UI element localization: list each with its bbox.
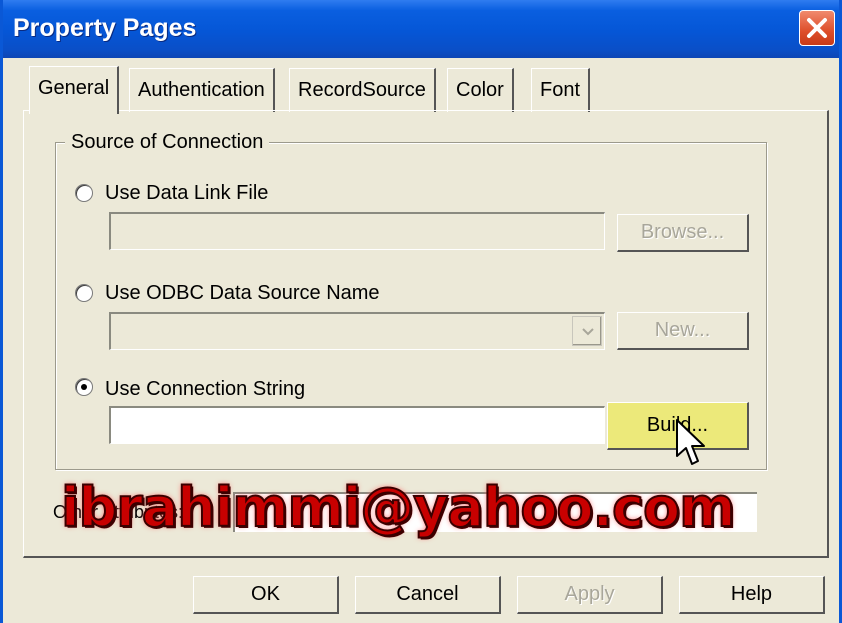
mouse-pointer-icon	[676, 419, 705, 465]
connection-string-field[interactable]	[109, 406, 605, 444]
radio-label-connection-string: Use Connection String	[105, 378, 306, 400]
dialog-title: Property Pages	[13, 14, 197, 42]
ok-button[interactable]: OK	[193, 576, 339, 614]
close-button[interactable]	[799, 10, 835, 46]
tab-label-color: Color	[456, 79, 504, 101]
radio-odbc-dsn[interactable]	[75, 284, 93, 302]
chevron-down-icon	[582, 328, 594, 336]
tab-label-general: General	[38, 77, 110, 99]
dropdown-arrow-button[interactable]	[572, 316, 602, 346]
radio-connection-string[interactable]	[75, 378, 93, 396]
tab-label-recordsource: RecordSource	[298, 79, 426, 101]
tab-authentication[interactable]: Authentication	[129, 68, 275, 112]
tab-label-authentication: Authentication	[138, 79, 265, 101]
close-x-icon	[807, 18, 827, 38]
new-button[interactable]: New...	[617, 312, 749, 350]
radio-label-data-link-file: Use Data Link File	[105, 182, 269, 204]
browse-button[interactable]: Browse...	[617, 214, 749, 252]
cancel-button[interactable]: Cancel	[355, 576, 501, 614]
odbc-dsn-dropdown[interactable]	[109, 312, 605, 350]
tab-label-font: Font	[540, 79, 581, 101]
data-link-file-field[interactable]	[109, 212, 605, 250]
radio-selected-dot	[81, 384, 87, 390]
tab-recordsource[interactable]: RecordSource	[289, 68, 436, 112]
tab-font[interactable]: Font	[531, 68, 591, 112]
apply-button[interactable]: Apply	[517, 576, 663, 614]
tab-color[interactable]: Color	[447, 68, 514, 112]
group-legend: Source of Connection	[65, 131, 270, 154]
property-pages-dialog: Property Pages General Authentication Re…	[0, 0, 842, 623]
radio-data-link-file[interactable]	[75, 184, 93, 202]
title-bar[interactable]: Property Pages	[3, 0, 839, 58]
help-button[interactable]: Help	[679, 576, 825, 614]
tab-general[interactable]: General	[29, 66, 120, 114]
radio-label-odbc-dsn: Use ODBC Data Source Name	[105, 282, 380, 304]
email-watermark: ibrahimmi@yahoo.com	[60, 475, 736, 540]
